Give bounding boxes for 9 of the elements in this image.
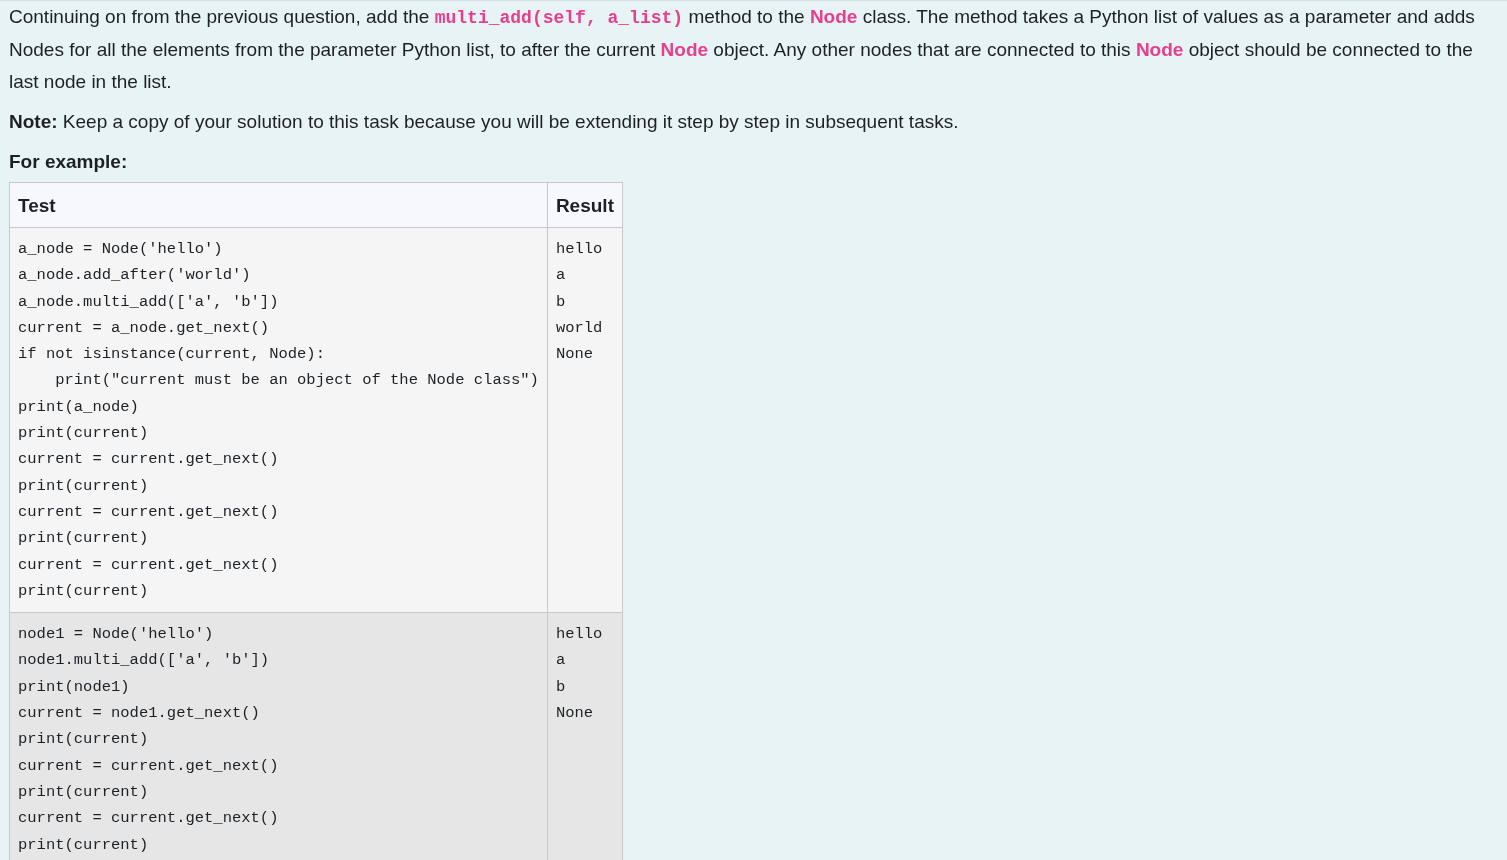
column-header: Result [547, 182, 623, 228]
result-output: hello a b world None [555, 239, 604, 366]
test-code: a_node = Node('hello') a_node.add_after('world') a_node.multi_add(['a', 'b']) current = a_node.get_next() if not isinstance(current, Node): print("current must be an object of the Node class") print(a_node) print(current) current = current.get_next() print(current) current = current.get_next() print(current) current = current.get_next() print(current) [18, 239, 539, 602]
question-text: Note: Keep a copy of your solution to this task because you will be extending it step by step in subsequent tasks. [9, 110, 960, 134]
result-output: hello a b None [555, 624, 604, 725]
section-heading: For example: [9, 150, 129, 174]
column-header: Test [9, 182, 548, 228]
question-text: Continuing on from the previous question, add the multi_add(self, a_list) method to the Node class. The method takes a Python list of values as a parameter and adds Nodes for all the elements from the parameter Python list, to after the current Node object. Any other nodes that are connected to this Node object should be connected to the last node in the list. [9, 5, 1476, 94]
test-code: node1 = Node('hello') node1.multi_add(['a', 'b']) print(node1) current = node1.get_next() print(current) current = current.get_next() print(current) current = current.get_next() print(current) [18, 624, 280, 856]
